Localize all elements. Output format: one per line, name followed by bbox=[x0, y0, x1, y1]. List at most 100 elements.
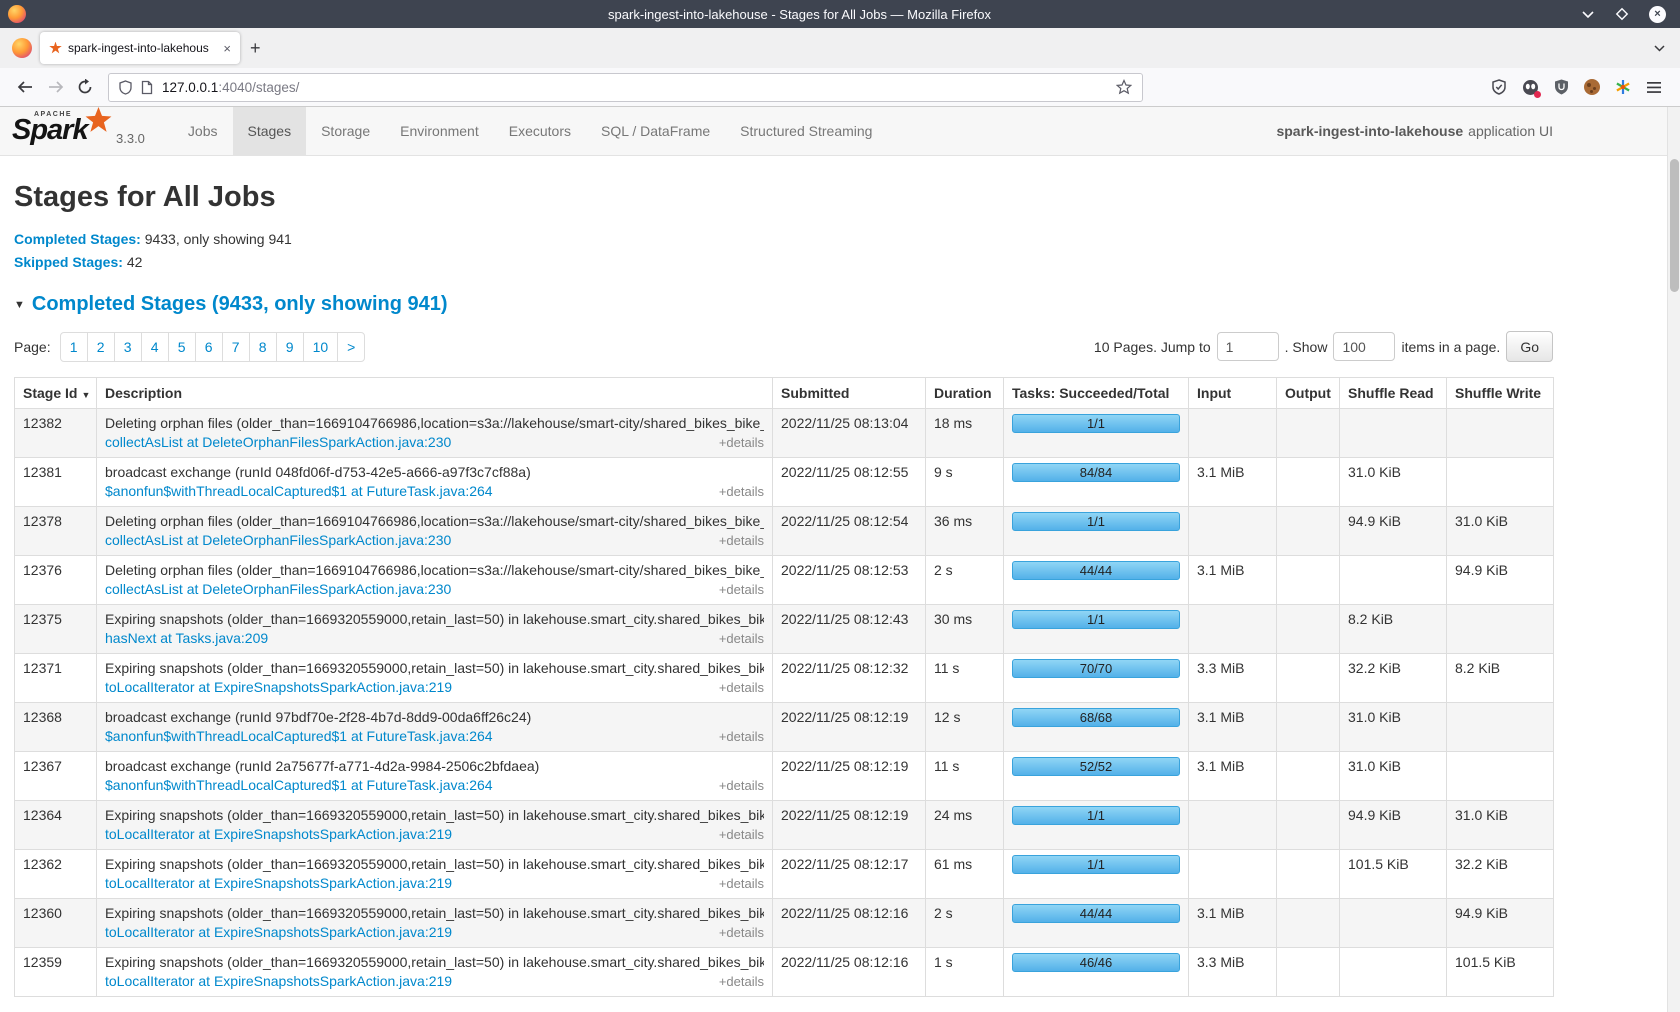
section-title: Completed Stages (9433, only showing 941… bbox=[32, 293, 448, 316]
forward-button[interactable] bbox=[40, 73, 70, 101]
scrollbar-thumb[interactable] bbox=[1670, 159, 1679, 292]
details-toggle[interactable]: +details bbox=[719, 727, 764, 746]
window-minimize-button[interactable] bbox=[1581, 10, 1595, 19]
details-toggle[interactable]: +details bbox=[719, 923, 764, 942]
column-header-tasks-succeeded-total[interactable]: Tasks: Succeeded/Total bbox=[1004, 378, 1189, 409]
submitted-time: 2022/11/25 08:12:19 bbox=[781, 758, 908, 774]
column-header-duration[interactable]: Duration bbox=[926, 378, 1004, 409]
input-cell: 3.1 MiB bbox=[1189, 703, 1277, 752]
stage-id: 12362 bbox=[23, 856, 62, 872]
output-cell bbox=[1277, 409, 1340, 458]
column-header-output[interactable]: Output bbox=[1277, 378, 1340, 409]
stage-detail-link[interactable]: toLocalIterator at ExpireSnapshotsSparkA… bbox=[105, 972, 452, 991]
details-toggle[interactable]: +details bbox=[719, 678, 764, 697]
window-close-button[interactable]: × bbox=[1649, 6, 1666, 23]
window-maximize-button[interactable] bbox=[1615, 7, 1629, 21]
details-toggle[interactable]: +details bbox=[719, 482, 764, 501]
jump-to-page-input[interactable] bbox=[1217, 332, 1279, 361]
duration: 11 s bbox=[934, 758, 959, 774]
window-titlebar: spark-ingest-into-lakehouse - Stages for… bbox=[0, 0, 1680, 28]
page-button-9[interactable]: 9 bbox=[276, 332, 304, 362]
completed-stages-section-header[interactable]: ▼ Completed Stages (9433, only showing 9… bbox=[14, 293, 1553, 316]
nav-item-environment[interactable]: Environment bbox=[385, 107, 494, 155]
details-toggle[interactable]: +details bbox=[719, 972, 764, 991]
url-bar[interactable]: 127.0.0.1:4040/stages/ bbox=[108, 73, 1143, 102]
browser-tab[interactable]: spark-ingest-into-lakehous × bbox=[40, 32, 240, 64]
page-button-2[interactable]: 2 bbox=[87, 332, 115, 362]
shuffle-write-cell: 31.0 KiB bbox=[1447, 801, 1554, 850]
page-info-icon[interactable] bbox=[141, 80, 153, 95]
stage-detail-link[interactable]: toLocalIterator at ExpireSnapshotsSparkA… bbox=[105, 678, 452, 697]
column-header-shuffle-read[interactable]: Shuffle Read bbox=[1340, 378, 1447, 409]
output-cell bbox=[1277, 654, 1340, 703]
column-header-stage-id[interactable]: Stage Id▼ bbox=[15, 378, 97, 409]
colorful-asterisk-icon[interactable] bbox=[1615, 79, 1631, 95]
next-page-button[interactable]: > bbox=[337, 332, 365, 362]
privacy-mask-icon[interactable] bbox=[1522, 79, 1539, 96]
ublock-shield-icon[interactable] bbox=[1554, 79, 1569, 95]
nav-item-storage[interactable]: Storage bbox=[306, 107, 385, 155]
shield-check-icon[interactable] bbox=[1491, 79, 1507, 95]
page-button-5[interactable]: 5 bbox=[168, 332, 196, 362]
nav-item-structured-streaming[interactable]: Structured Streaming bbox=[725, 107, 887, 155]
skipped-stages-link[interactable]: Skipped Stages: bbox=[14, 254, 123, 270]
stage-detail-link[interactable]: $anonfun$withThreadLocalCaptured$1 at Fu… bbox=[105, 727, 493, 746]
nav-item-sql-dataframe[interactable]: SQL / DataFrame bbox=[586, 107, 725, 155]
back-button[interactable] bbox=[10, 73, 40, 101]
column-header-submitted[interactable]: Submitted bbox=[773, 378, 926, 409]
nav-item-executors[interactable]: Executors bbox=[494, 107, 586, 155]
stage-detail-link[interactable]: toLocalIterator at ExpireSnapshotsSparkA… bbox=[105, 874, 452, 893]
submitted-cell: 2022/11/25 08:12:53 bbox=[773, 556, 926, 605]
bookmark-star-icon[interactable] bbox=[1116, 79, 1132, 95]
new-tab-button[interactable]: + bbox=[240, 36, 271, 61]
stage-detail-link[interactable]: collectAsList at DeleteOrphanFilesSparkA… bbox=[105, 433, 451, 452]
stage-description: broadcast exchange (runId 048fd06f-d753-… bbox=[105, 463, 764, 482]
firefox-logo-icon[interactable] bbox=[8, 5, 26, 23]
reload-button[interactable] bbox=[70, 73, 100, 101]
page-button-3[interactable]: 3 bbox=[114, 332, 142, 362]
go-button[interactable]: Go bbox=[1506, 331, 1553, 362]
page-button-10[interactable]: 10 bbox=[303, 332, 339, 362]
tab-close-icon[interactable]: × bbox=[223, 42, 231, 55]
details-toggle[interactable]: +details bbox=[719, 580, 764, 599]
details-toggle[interactable]: +details bbox=[719, 776, 764, 795]
description-cell: broadcast exchange (runId 048fd06f-d753-… bbox=[97, 458, 773, 507]
details-toggle[interactable]: +details bbox=[719, 629, 764, 648]
stage-detail-link[interactable]: toLocalIterator at ExpireSnapshotsSparkA… bbox=[105, 923, 452, 942]
input-cell: 3.1 MiB bbox=[1189, 899, 1277, 948]
firefox-view-icon[interactable] bbox=[12, 38, 32, 58]
tasks-cell: 70/70 bbox=[1004, 654, 1189, 703]
column-header-description[interactable]: Description bbox=[97, 378, 773, 409]
column-header-input[interactable]: Input bbox=[1189, 378, 1277, 409]
stage-detail-link[interactable]: collectAsList at DeleteOrphanFilesSparkA… bbox=[105, 580, 451, 599]
task-progress-bar: 1/1 bbox=[1012, 855, 1180, 874]
details-toggle[interactable]: +details bbox=[719, 825, 764, 844]
nav-item-stages[interactable]: Stages bbox=[233, 107, 307, 155]
details-toggle[interactable]: +details bbox=[719, 531, 764, 550]
input-cell: 3.1 MiB bbox=[1189, 556, 1277, 605]
stage-detail-link[interactable]: collectAsList at DeleteOrphanFilesSparkA… bbox=[105, 531, 451, 550]
shuffle-write-size: 101.5 KiB bbox=[1455, 954, 1516, 970]
page-button-8[interactable]: 8 bbox=[249, 332, 277, 362]
list-all-tabs-button[interactable] bbox=[1653, 44, 1666, 53]
stage-detail-link[interactable]: $anonfun$withThreadLocalCaptured$1 at Fu… bbox=[105, 776, 493, 795]
hamburger-menu-icon[interactable] bbox=[1646, 81, 1662, 94]
column-header-shuffle-write[interactable]: Shuffle Write bbox=[1447, 378, 1554, 409]
shuffle-read-cell bbox=[1340, 556, 1447, 605]
nav-item-jobs[interactable]: Jobs bbox=[173, 107, 233, 155]
details-toggle[interactable]: +details bbox=[719, 874, 764, 893]
cookie-icon[interactable] bbox=[1584, 79, 1600, 95]
completed-stages-link[interactable]: Completed Stages: bbox=[14, 231, 141, 247]
page-button-4[interactable]: 4 bbox=[141, 332, 169, 362]
details-toggle[interactable]: +details bbox=[719, 433, 764, 452]
column-header-label: Submitted bbox=[781, 385, 849, 401]
page-button-6[interactable]: 6 bbox=[195, 332, 223, 362]
items-per-page-input[interactable] bbox=[1333, 332, 1395, 361]
stage-detail-link[interactable]: toLocalIterator at ExpireSnapshotsSparkA… bbox=[105, 825, 452, 844]
page-button-1[interactable]: 1 bbox=[60, 332, 88, 362]
show-label: . Show bbox=[1285, 339, 1328, 355]
stages-table-body: 12382Deleting orphan files (older_than=1… bbox=[15, 409, 1554, 997]
page-button-7[interactable]: 7 bbox=[222, 332, 250, 362]
stage-detail-link[interactable]: $anonfun$withThreadLocalCaptured$1 at Fu… bbox=[105, 482, 493, 501]
stage-detail-link[interactable]: hasNext at Tasks.java:209 bbox=[105, 629, 268, 648]
